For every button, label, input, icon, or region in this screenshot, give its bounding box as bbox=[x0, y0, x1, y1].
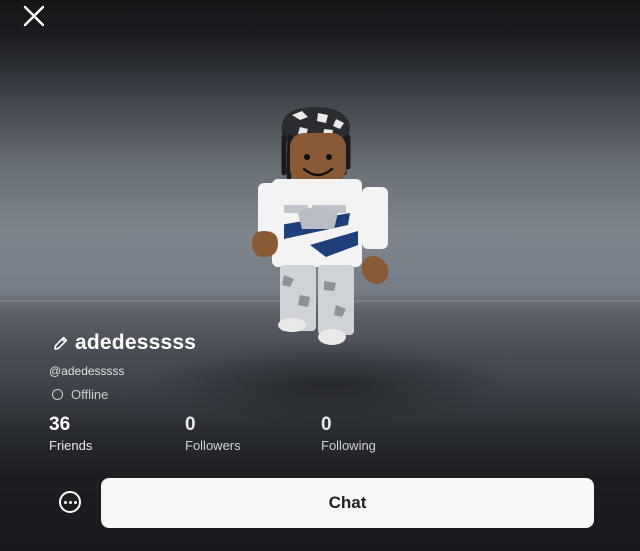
display-name-row: adedesssss bbox=[52, 331, 196, 355]
followers-count: 0 bbox=[185, 414, 196, 435]
username: @adedesssss bbox=[49, 364, 125, 378]
close-icon[interactable] bbox=[22, 4, 46, 28]
friends-label: Friends bbox=[49, 438, 93, 453]
stat-following[interactable]: 0 Following bbox=[321, 414, 376, 453]
avatar-character bbox=[252, 107, 389, 345]
status-text: Offline bbox=[71, 387, 109, 402]
following-label: Following bbox=[321, 438, 376, 453]
more-dot bbox=[68, 500, 72, 504]
display-name: adedesssss bbox=[75, 331, 197, 354]
more-options-icon[interactable] bbox=[59, 491, 81, 513]
friends-count: 36 bbox=[49, 414, 71, 435]
presence-status: Offline bbox=[52, 387, 108, 402]
more-dot bbox=[63, 500, 67, 504]
chat-button[interactable]: Chat bbox=[101, 478, 594, 528]
more-dot bbox=[73, 500, 77, 504]
offline-status-icon bbox=[52, 389, 63, 400]
stat-friends[interactable]: 36 Friends bbox=[49, 414, 92, 453]
following-count: 0 bbox=[321, 414, 332, 435]
pencil-icon[interactable] bbox=[52, 335, 69, 352]
avatar-backdrop: adedesssss @adedesssss Offline 36 Friend… bbox=[0, 0, 640, 551]
followers-label: Followers bbox=[185, 438, 241, 453]
stat-followers[interactable]: 0 Followers bbox=[185, 414, 241, 453]
